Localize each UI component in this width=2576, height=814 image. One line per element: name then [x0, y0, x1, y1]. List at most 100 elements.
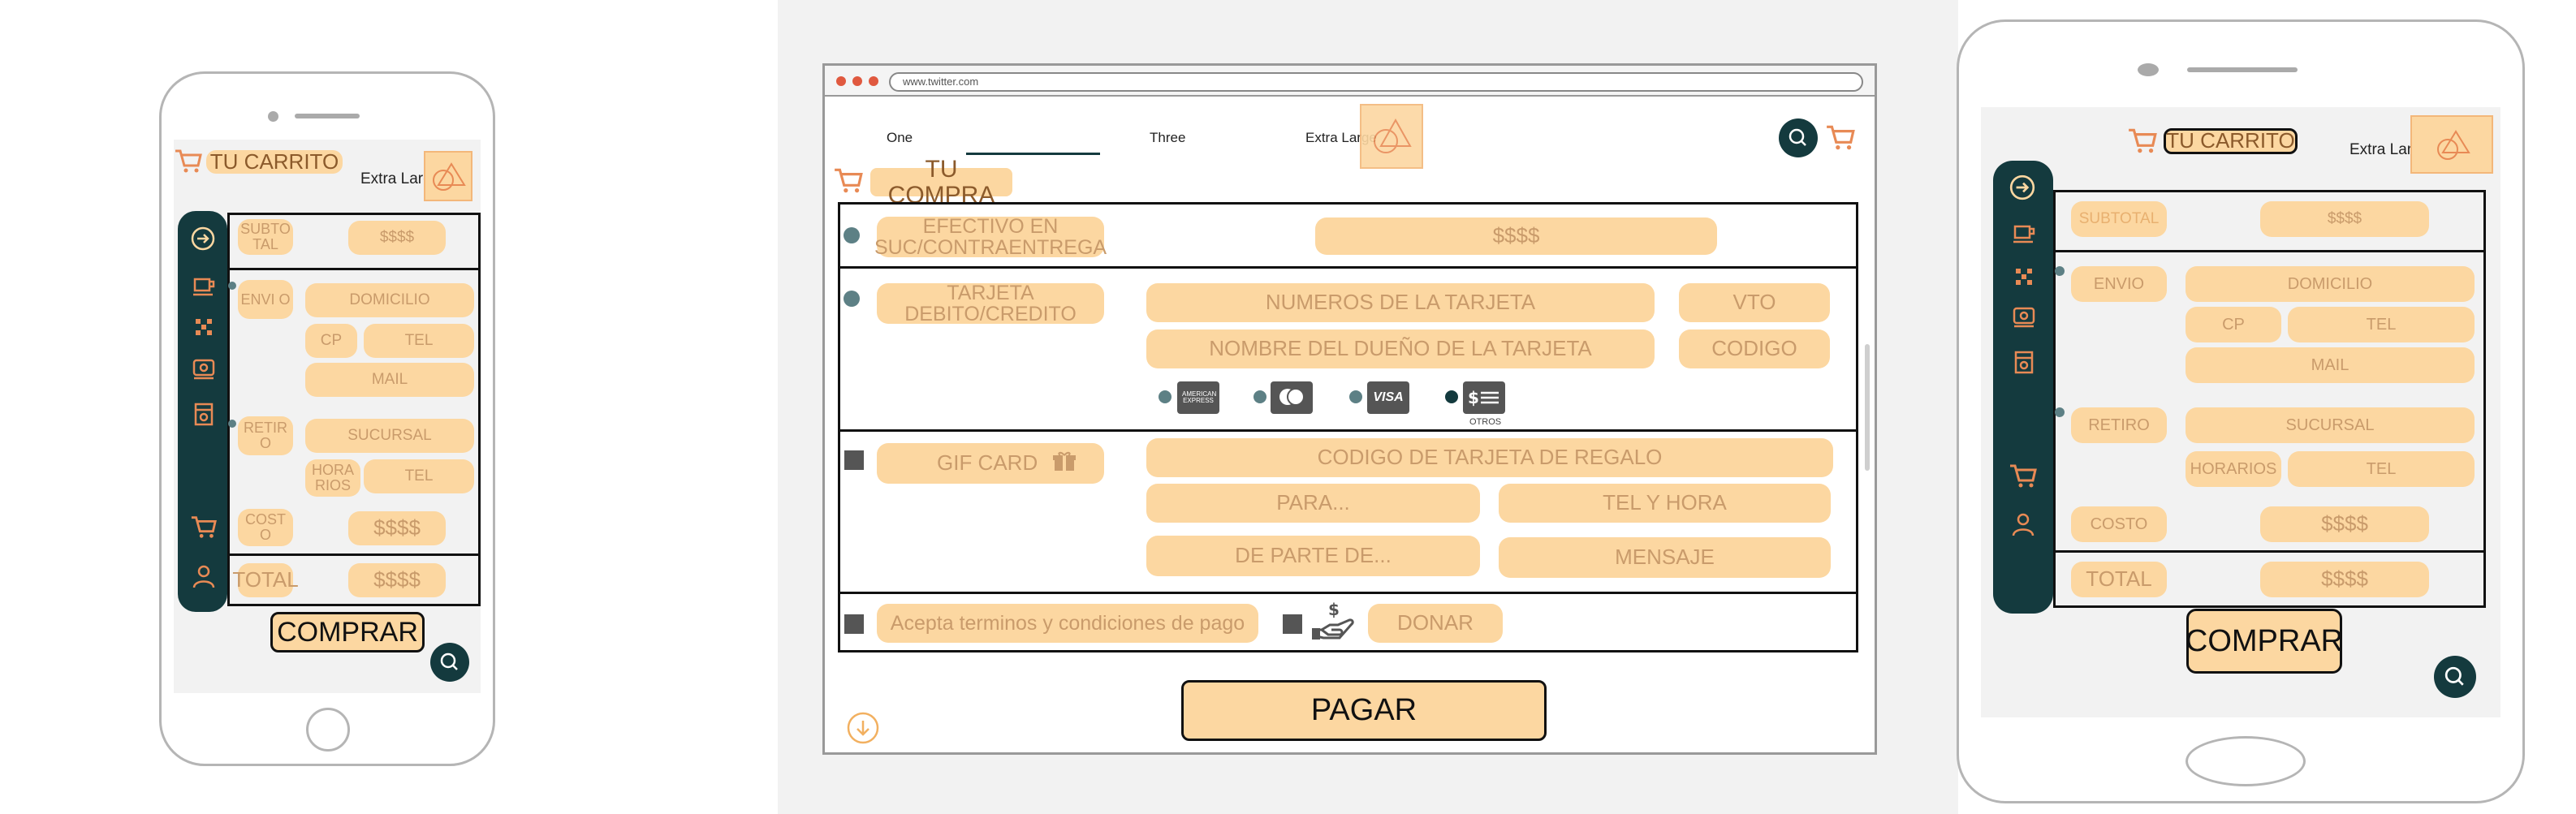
- visa-card-icon[interactable]: VISA: [1367, 381, 1409, 414]
- cart-table: [2053, 190, 2486, 608]
- otros-radio[interactable]: [1445, 390, 1458, 403]
- horarios-field[interactable]: HORARIOS: [2186, 451, 2281, 487]
- search-icon: [1789, 128, 1806, 146]
- sidebar-cart-icon[interactable]: [2009, 461, 2038, 490]
- cart-table: [227, 213, 481, 606]
- costo-label: COSTO: [2071, 506, 2167, 542]
- gift-code-field[interactable]: CODIGO DE TARJETA DE REGALO: [1146, 438, 1833, 477]
- tarjeta-option[interactable]: TARJETA DEBITO/CREDITO: [877, 282, 1104, 325]
- amex-card-icon[interactable]: AMERICAN EXPRESS: [1177, 381, 1219, 414]
- terms-checkbox[interactable]: [844, 614, 864, 634]
- envio-option[interactable]: ENVI O: [238, 280, 293, 319]
- sucursal-field[interactable]: SUCURSAL: [305, 419, 474, 453]
- title-cart-icon: [835, 168, 863, 193]
- grinder-icon[interactable]: [192, 401, 215, 427]
- cp-field[interactable]: CP: [2186, 307, 2281, 342]
- coffee-machine-icon[interactable]: [2012, 305, 2036, 329]
- card-number-field[interactable]: NUMEROS DE LA TARJETA: [1146, 283, 1655, 322]
- mastercard-radio[interactable]: [1253, 390, 1266, 403]
- amex-radio[interactable]: [1159, 390, 1171, 403]
- donar-button[interactable]: DONAR: [1368, 604, 1503, 643]
- mail-field[interactable]: MAIL: [2186, 347, 2475, 383]
- retiro-option[interactable]: RETIRO: [2071, 407, 2167, 443]
- mensaje-field[interactable]: MENSAJE: [1499, 537, 1831, 578]
- cart-icon[interactable]: [2127, 125, 2158, 156]
- user-icon[interactable]: [2011, 511, 2035, 537]
- donation-hand-icon: $: [1312, 600, 1354, 640]
- tablet-home-button[interactable]: [2186, 736, 2306, 786]
- phone-camera: [268, 111, 278, 122]
- domicilio-field[interactable]: DOMICILIO: [2186, 266, 2475, 302]
- tablet-speaker: [2187, 67, 2298, 72]
- tel-field[interactable]: TEL: [364, 324, 474, 358]
- de-parte-field[interactable]: DE PARTE DE...: [1146, 536, 1480, 576]
- user-icon[interactable]: [192, 563, 216, 589]
- beans-icon[interactable]: [193, 317, 214, 338]
- subtotal-label: SUBTOTAL: [2071, 201, 2167, 237]
- terms-label: Acepta terminos y condiciones de pago: [877, 604, 1258, 643]
- coffee-machine-icon[interactable]: [192, 357, 216, 381]
- comprar-button[interactable]: COMPRAR: [2186, 609, 2343, 674]
- search-icon: [440, 652, 458, 670]
- tel-retiro-field[interactable]: TEL: [364, 459, 474, 493]
- tel-retiro-field[interactable]: TEL: [2288, 451, 2475, 487]
- cp-field[interactable]: CP: [305, 324, 357, 358]
- logo-placeholder: [1360, 104, 1423, 169]
- total-value: $$$$: [2260, 562, 2429, 597]
- retiro-option[interactable]: RETIR O: [238, 416, 293, 455]
- tab-two-active-underline[interactable]: [966, 153, 1100, 155]
- efectivo-amount: $$$$: [1315, 217, 1717, 255]
- vto-field[interactable]: VTO: [1679, 283, 1830, 322]
- total-value: $$$$: [348, 563, 446, 597]
- scroll-down-icon[interactable]: [846, 711, 880, 745]
- sucursal-field[interactable]: SUCURSAL: [2186, 407, 2475, 443]
- codigo-field[interactable]: CODIGO: [1679, 329, 1830, 368]
- logo-placeholder: [2410, 115, 2493, 174]
- domicilio-field[interactable]: DOMICILIO: [305, 283, 474, 317]
- window-dot-close[interactable]: [836, 76, 846, 86]
- costo-value: $$$$: [348, 511, 446, 545]
- card-owner-field[interactable]: NOMBRE DEL DUEÑO DE LA TARJETA: [1146, 329, 1655, 368]
- envio-option[interactable]: ENVIO: [2071, 266, 2167, 302]
- horarios-field[interactable]: HORA RIOS: [305, 459, 360, 497]
- url-bar[interactable]: [889, 72, 1863, 92]
- beans-icon[interactable]: [2013, 266, 2034, 287]
- tab-one[interactable]: One: [887, 130, 913, 146]
- cart-title: TU CARRITO: [2164, 128, 2298, 154]
- search-icon: [2444, 666, 2464, 686]
- coffee-cup-icon[interactable]: [2012, 222, 2036, 246]
- cart-icon[interactable]: [174, 146, 203, 175]
- comprar-button[interactable]: COMPRAR: [270, 612, 425, 652]
- visa-radio[interactable]: [1349, 390, 1362, 403]
- gifcard-checkbox[interactable]: [844, 450, 864, 470]
- tab-three[interactable]: Three: [1150, 130, 1185, 146]
- efectivo-option[interactable]: EFECTIVO EN SUC/CONTRAENTREGA: [874, 216, 1107, 259]
- donar-checkbox[interactable]: [1283, 614, 1302, 634]
- grinder-icon[interactable]: [2013, 349, 2035, 375]
- tel-field[interactable]: TEL: [2288, 307, 2475, 342]
- arrow-right-icon[interactable]: [2009, 174, 2036, 201]
- phone-home-button[interactable]: [306, 708, 350, 752]
- pagar-button[interactable]: PAGAR: [1181, 680, 1547, 741]
- mastercard-icon[interactable]: [1271, 381, 1313, 414]
- para-field[interactable]: PARA...: [1146, 484, 1480, 523]
- efectivo-radio[interactable]: [844, 227, 860, 243]
- tel-hora-field[interactable]: TEL Y HORA: [1499, 484, 1831, 523]
- browser-search-button[interactable]: [1779, 118, 1818, 157]
- otros-card-icon[interactable]: $: [1463, 381, 1505, 414]
- phone-speaker: [295, 114, 360, 118]
- coffee-cup-icon[interactable]: [192, 274, 216, 299]
- tarjeta-radio[interactable]: [844, 291, 860, 307]
- logo-placeholder: [424, 151, 472, 201]
- header-cart-icon[interactable]: [1825, 122, 1856, 153]
- scrollbar[interactable]: [1865, 344, 1870, 471]
- otros-label: OTROS: [1469, 417, 1502, 427]
- search-fab[interactable]: [2434, 656, 2476, 698]
- arrow-right-icon[interactable]: [190, 226, 216, 252]
- sidebar-cart-icon[interactable]: [190, 513, 218, 541]
- window-dot-min[interactable]: [852, 76, 862, 86]
- total-label: TOTAL: [232, 563, 299, 597]
- window-dot-max[interactable]: [869, 76, 878, 86]
- search-fab[interactable]: [430, 643, 469, 682]
- mail-field[interactable]: MAIL: [305, 363, 474, 397]
